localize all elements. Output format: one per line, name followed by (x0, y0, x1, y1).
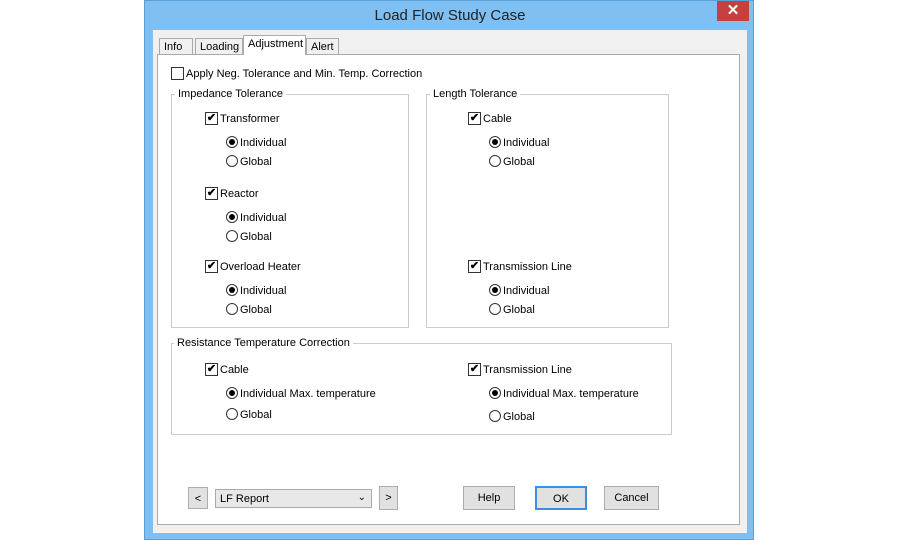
impedance-item-label: Transformer (220, 113, 280, 125)
impedance-radio[interactable] (226, 211, 238, 223)
prev-button[interactable]: < (188, 487, 208, 509)
impedance-checkbox[interactable]: ✔ (205, 112, 218, 125)
length-radio[interactable] (489, 303, 501, 315)
report-select[interactable]: LF Report ⌄ (215, 489, 372, 508)
length-checkbox[interactable]: ✔ (468, 260, 481, 273)
impedance-radio[interactable] (226, 303, 238, 315)
length-title: Length Tolerance (430, 88, 521, 100)
length-item-label: Transmission Line (483, 261, 572, 273)
resistance-item-label: Cable (220, 364, 249, 376)
impedance-radio-label: Global (240, 156, 272, 168)
resistance-radio-label: Individual Max. temperature (503, 388, 639, 400)
impedance-group (171, 94, 409, 328)
impedance-radio[interactable] (226, 230, 238, 242)
length-checkbox[interactable]: ✔ (468, 112, 481, 125)
impedance-radio-label: Global (240, 231, 272, 243)
apply-neg-label: Apply Neg. Tolerance and Min. Temp. Corr… (186, 68, 423, 80)
window-title: Load Flow Study Case (374, 7, 526, 24)
length-radio-label: Global (503, 156, 535, 168)
resistance-checkbox[interactable]: ✔ (205, 363, 218, 376)
length-radio-label: Individual (503, 137, 550, 149)
impedance-radio-label: Individual (240, 212, 287, 224)
impedance-item-label: Reactor (220, 188, 259, 200)
resistance-checkbox[interactable]: ✔ (468, 363, 481, 376)
tab-loading[interactable]: Loading (195, 38, 243, 54)
ok-button[interactable]: OK (535, 486, 587, 510)
resistance-radio-label: Global (503, 411, 535, 423)
impedance-radio-label: Individual (240, 137, 287, 149)
resistance-radio[interactable] (489, 387, 501, 399)
length-radio-label: Global (503, 304, 535, 316)
next-button[interactable]: > (379, 486, 398, 510)
resistance-radio[interactable] (226, 387, 238, 399)
resistance-radio[interactable] (226, 408, 238, 420)
length-radio[interactable] (489, 155, 501, 167)
length-item-label: Cable (483, 113, 512, 125)
length-radio[interactable] (489, 284, 501, 296)
impedance-item-label: Overload Heater (220, 261, 301, 273)
impedance-radio[interactable] (226, 136, 238, 148)
impedance-radio[interactable] (226, 284, 238, 296)
resistance-radio[interactable] (489, 410, 501, 422)
impedance-title: Impedance Tolerance (175, 88, 286, 100)
tab-adjustment[interactable]: Adjustment (243, 35, 306, 55)
chevron-down-icon: ⌄ (357, 492, 366, 503)
cancel-button[interactable]: Cancel (604, 486, 659, 510)
apply-neg-checkbox[interactable] (171, 67, 184, 80)
resistance-title: Resistance Temperature Correction (174, 337, 353, 349)
help-button[interactable]: Help (463, 486, 515, 510)
tab-info[interactable]: Info (159, 38, 193, 54)
resistance-radio-label: Global (240, 409, 272, 421)
impedance-radio-label: Individual (240, 285, 287, 297)
close-button[interactable]: ✕ (717, 1, 749, 21)
tab-alert[interactable]: Alert (306, 38, 339, 54)
resistance-item-label: Transmission Line (483, 364, 572, 376)
report-select-value: LF Report (220, 493, 269, 505)
impedance-checkbox[interactable]: ✔ (205, 260, 218, 273)
length-radio-label: Individual (503, 285, 550, 297)
length-radio[interactable] (489, 136, 501, 148)
impedance-radio-label: Global (240, 304, 272, 316)
impedance-checkbox[interactable]: ✔ (205, 187, 218, 200)
resistance-radio-label: Individual Max. temperature (240, 388, 376, 400)
impedance-radio[interactable] (226, 155, 238, 167)
